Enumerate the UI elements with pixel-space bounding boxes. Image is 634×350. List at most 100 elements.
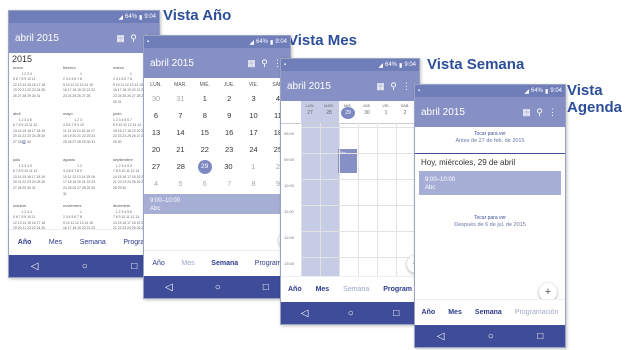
back-icon[interactable]: ◁ <box>437 331 445 342</box>
tab-week[interactable]: Semana <box>80 239 106 246</box>
week-row: 30 31 1 2 3 4 <box>144 90 290 107</box>
week-weekday-label: MAR. <box>324 103 334 108</box>
tab-year[interactable]: Año <box>18 239 32 246</box>
home-icon[interactable]: ○ <box>488 331 494 342</box>
hour-line <box>301 127 419 128</box>
week-weekday-label: VIE. <box>382 103 390 108</box>
day-cell[interactable]: 8 <box>246 179 262 188</box>
recent-apps-icon[interactable]: □ <box>393 308 399 319</box>
mini-month-name: julio <box>13 157 21 162</box>
search-icon[interactable]: ⚲ <box>258 58 271 69</box>
search-icon[interactable]: ⚲ <box>127 33 140 44</box>
day-cell[interactable]: 5 <box>172 179 188 188</box>
hour-line <box>301 179 419 180</box>
mini-month[interactable]: enero 1 2 3 4 5 6 7 8 9 10 11 12 13 14 1… <box>13 65 56 100</box>
back-icon[interactable]: ◁ <box>165 282 173 293</box>
mini-month[interactable]: febrero 1 2 3 4 5 6 7 8 9 10 11 12 13 14… <box>63 65 106 100</box>
day-cell[interactable]: 14 <box>172 128 188 137</box>
day-cell[interactable]: 1 <box>197 94 213 103</box>
day-cell[interactable]: 21 <box>172 145 188 154</box>
nav-bar: ◁ ○ □ <box>144 276 290 298</box>
day-cell[interactable]: 6 <box>148 111 164 120</box>
week-date-label[interactable]: 2 <box>398 110 412 116</box>
day-cell[interactable]: 17 <box>246 128 262 137</box>
calendar-icon[interactable]: ▦ <box>374 81 387 92</box>
day-cell[interactable]: 7 <box>172 111 188 120</box>
hour-label: 09:00 <box>284 157 295 162</box>
search-icon[interactable]: ⚲ <box>387 81 400 92</box>
more-vert-icon[interactable]: ⋮ <box>546 107 559 118</box>
tab-year[interactable]: Año <box>288 286 302 293</box>
tab-week[interactable]: Semana <box>475 309 502 316</box>
day-cell[interactable]: 10 <box>246 111 262 120</box>
day-cell[interactable]: 8 <box>197 111 213 120</box>
load-earlier-button[interactable]: Tocar para ver Antes de 27 de feb. de 20… <box>415 128 565 154</box>
more-vert-icon[interactable]: ⋮ <box>400 81 413 92</box>
day-cell[interactable]: 28 <box>173 162 189 171</box>
week-date-label[interactable]: 1 <box>379 110 393 116</box>
week-date-label[interactable]: 30 <box>360 110 374 116</box>
tab-month[interactable]: Mes <box>49 239 62 246</box>
home-icon[interactable]: ○ <box>215 282 221 293</box>
tab-year[interactable]: Año <box>152 260 164 267</box>
day-cell[interactable]: 30 <box>148 94 164 103</box>
day-cell[interactable]: 30 <box>220 162 236 171</box>
day-cell[interactable]: 7 <box>221 179 237 188</box>
tab-month[interactable]: Mes <box>448 309 462 316</box>
week-date-label[interactable]: 29 <box>341 107 355 119</box>
mini-month[interactable]: mayo 1 2 3 4 5 6 7 8 9 10 11 12 13 14 15… <box>63 111 106 146</box>
day-cell[interactable]: 3 <box>246 94 262 103</box>
day-cell[interactable]: 16 <box>221 128 237 137</box>
day-cell[interactable]: 31 <box>172 94 188 103</box>
day-cell[interactable]: 6 <box>197 179 213 188</box>
hour-line <box>301 257 419 258</box>
calendar-icon[interactable]: ▦ <box>114 33 127 44</box>
recent-apps-icon[interactable]: □ <box>263 282 269 293</box>
week-date-label[interactable]: 28 <box>322 110 336 116</box>
back-icon[interactable]: ◁ <box>301 308 309 319</box>
search-icon[interactable]: ⚲ <box>533 107 546 118</box>
day-cell[interactable]: 13 <box>148 128 164 137</box>
tab-agenda[interactable]: Program <box>383 286 412 293</box>
day-cell[interactable]: 9 <box>221 111 237 120</box>
day-cell[interactable]: 22 <box>197 145 213 154</box>
day-cell[interactable]: 27 <box>148 162 164 171</box>
toolbar-title: abril 2015 <box>287 80 331 92</box>
week-date-label[interactable]: 27 <box>303 110 317 116</box>
back-icon[interactable]: ◁ <box>31 261 39 272</box>
day-cell[interactable]: 24 <box>246 145 262 154</box>
day-cell[interactable]: 20 <box>148 145 164 154</box>
before-date-text: Antes de 27 de feb. de 2015 <box>455 138 525 144</box>
recent-apps-icon[interactable]: □ <box>131 261 137 272</box>
day-cell[interactable]: 1 <box>245 162 261 171</box>
tab-week[interactable]: Semana <box>343 286 369 293</box>
tab-week[interactable]: Semana <box>211 260 238 267</box>
calendar-icon[interactable]: ▦ <box>520 107 533 118</box>
weekday-label: MIÉ. <box>199 82 210 88</box>
agenda-event[interactable]: 9:00–10:00 Abc <box>419 171 561 195</box>
mini-month[interactable]: agosto 1 2 3 4 5 6 7 8 9 10 11 12 13 14 … <box>63 157 106 197</box>
day-cell[interactable]: 15 <box>197 128 213 137</box>
mini-month[interactable]: julio 1 2 3 4 5 6 7 8 9 10 11 12 13 14 1… <box>13 157 56 192</box>
home-icon[interactable]: ○ <box>82 261 88 272</box>
day-column-line <box>358 123 359 281</box>
tab-agenda[interactable]: Programación <box>515 309 559 316</box>
home-icon[interactable]: ○ <box>348 308 354 319</box>
event-block[interactable]: 9:00–10:00 Abc <box>144 194 290 214</box>
tab-agenda[interactable]: Program <box>255 260 282 267</box>
tab-month[interactable]: Mes <box>316 286 330 293</box>
day-cell[interactable]: 29 <box>197 159 212 174</box>
recent-apps-icon[interactable]: □ <box>537 331 543 342</box>
day-cell[interactable]: 4 <box>148 179 164 188</box>
tab-year[interactable]: Año <box>422 309 436 316</box>
calendar-icon[interactable]: ▦ <box>245 58 258 69</box>
mini-month-name: mayo <box>63 111 73 116</box>
mini-month-name: enero <box>13 65 24 70</box>
day-cell[interactable]: 2 <box>221 94 237 103</box>
weekday-label: LUN. <box>150 82 162 88</box>
tab-month[interactable]: Mes <box>181 260 194 267</box>
toolbar: abril 2015 ▦ ⚲ ⋮ <box>281 71 419 101</box>
day-cell[interactable]: 23 <box>221 145 237 154</box>
load-later-button[interactable]: Tocar para ver Después de 6 de jul. de 2… <box>415 212 565 234</box>
mini-month[interactable]: abril 1 2 3 4 5 6 7 8 9 10 11 12 13 14 1… <box>13 111 56 146</box>
